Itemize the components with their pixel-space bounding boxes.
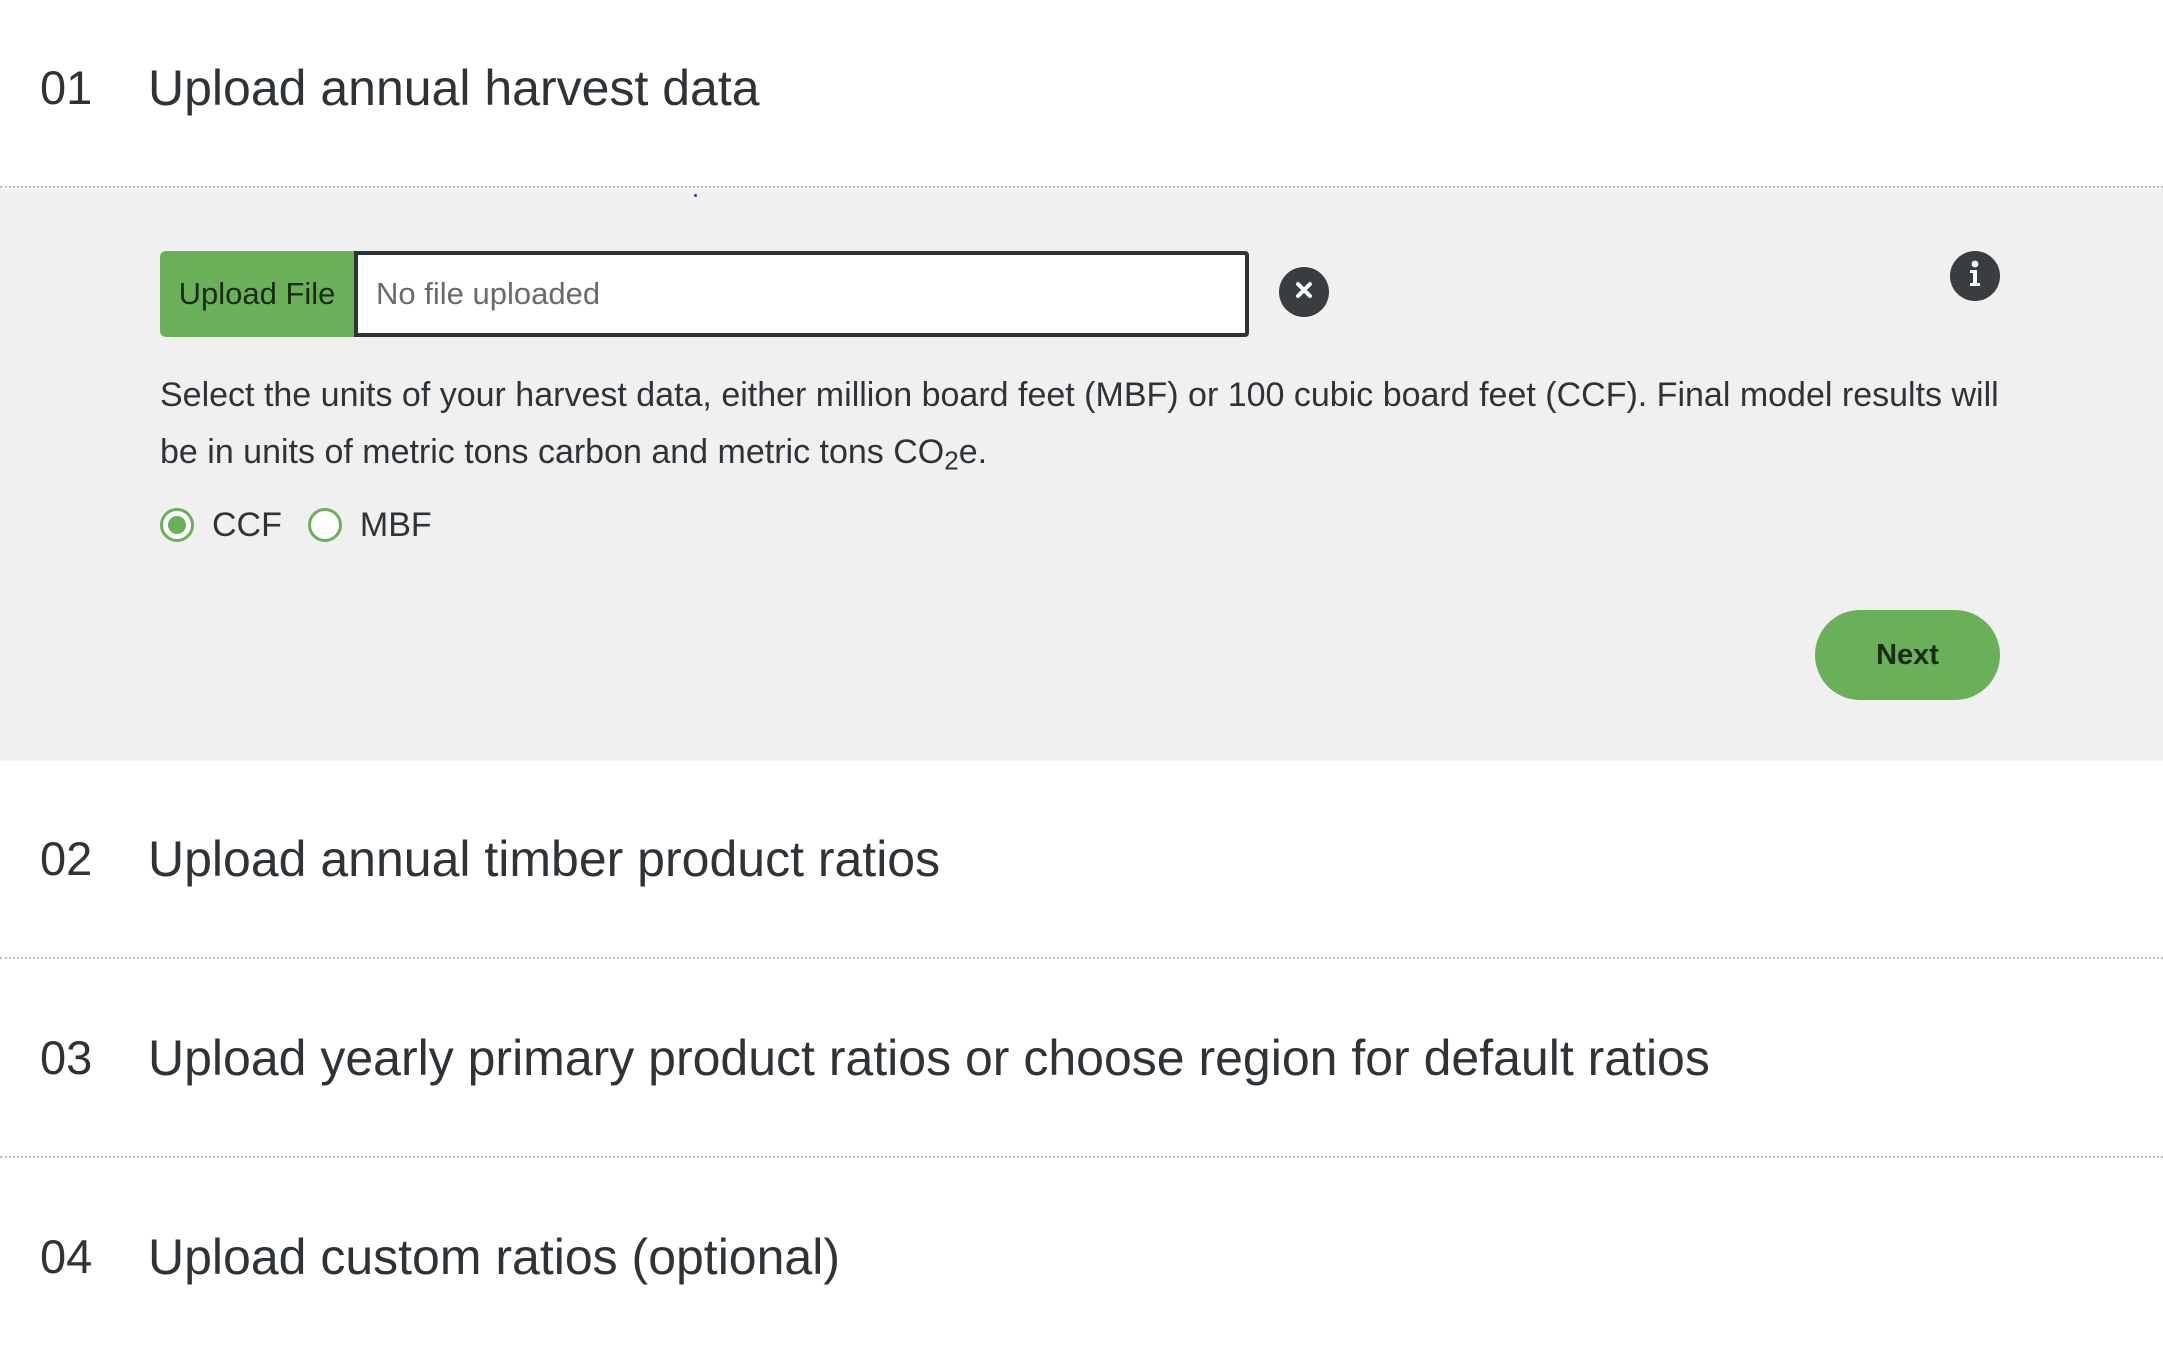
page: 01 Upload annual harvest data Upload Fil… (0, 0, 2163, 1355)
step-number: 03 (40, 1031, 93, 1084)
upload-file-button[interactable]: Upload File (160, 251, 354, 337)
step-number: 01 (40, 61, 93, 114)
description-tail: e. (958, 433, 988, 471)
step-03-header[interactable]: 03 Upload yearly primary product ratios … (0, 970, 2163, 1158)
step-number: 02 (40, 832, 93, 885)
step-number: 04 (40, 1230, 93, 1283)
radio-mbf-label: MBF (359, 505, 432, 544)
radio-mbf[interactable]: MBF (307, 505, 432, 545)
radio-selected-dot (168, 516, 186, 534)
step-title: Upload yearly primary product ratios or … (148, 1030, 1710, 1086)
subscript-two: 2 (944, 445, 959, 476)
info-icon (1964, 259, 1986, 294)
radio-ccf-circle[interactable] (160, 508, 194, 542)
dot-artifact (694, 194, 697, 197)
radio-ccf[interactable]: CCF (160, 506, 282, 545)
file-name-field[interactable] (354, 251, 1249, 337)
step-02-header[interactable]: 02 Upload annual timber product ratios (0, 771, 2163, 959)
step-title: Upload annual harvest data (148, 60, 760, 116)
close-icon (1293, 279, 1315, 306)
info-button[interactable] (1950, 251, 2000, 301)
units-radio-group: CCF MBF (160, 495, 458, 555)
radio-mbf-circle[interactable] (307, 508, 342, 542)
step-title: Upload custom ratios (optional) (148, 1229, 840, 1285)
file-upload-group: Upload File (160, 251, 1249, 337)
clear-file-button[interactable] (1279, 267, 1329, 317)
step-title: Upload annual timber product ratios (148, 831, 941, 887)
units-description: Select the units of your harvest data, e… (160, 367, 2040, 481)
step-01-header[interactable]: 01 Upload annual harvest data (0, 0, 2163, 188)
radio-ccf-label: CCF (212, 505, 282, 544)
description-text: Select the units of your harvest data, e… (160, 376, 1999, 471)
step-04-header[interactable]: 04 Upload custom ratios (optional) (0, 1169, 2163, 1355)
next-button[interactable]: Next (1815, 610, 2000, 700)
step-01-panel: Upload File Select the units of your har… (0, 189, 2163, 761)
